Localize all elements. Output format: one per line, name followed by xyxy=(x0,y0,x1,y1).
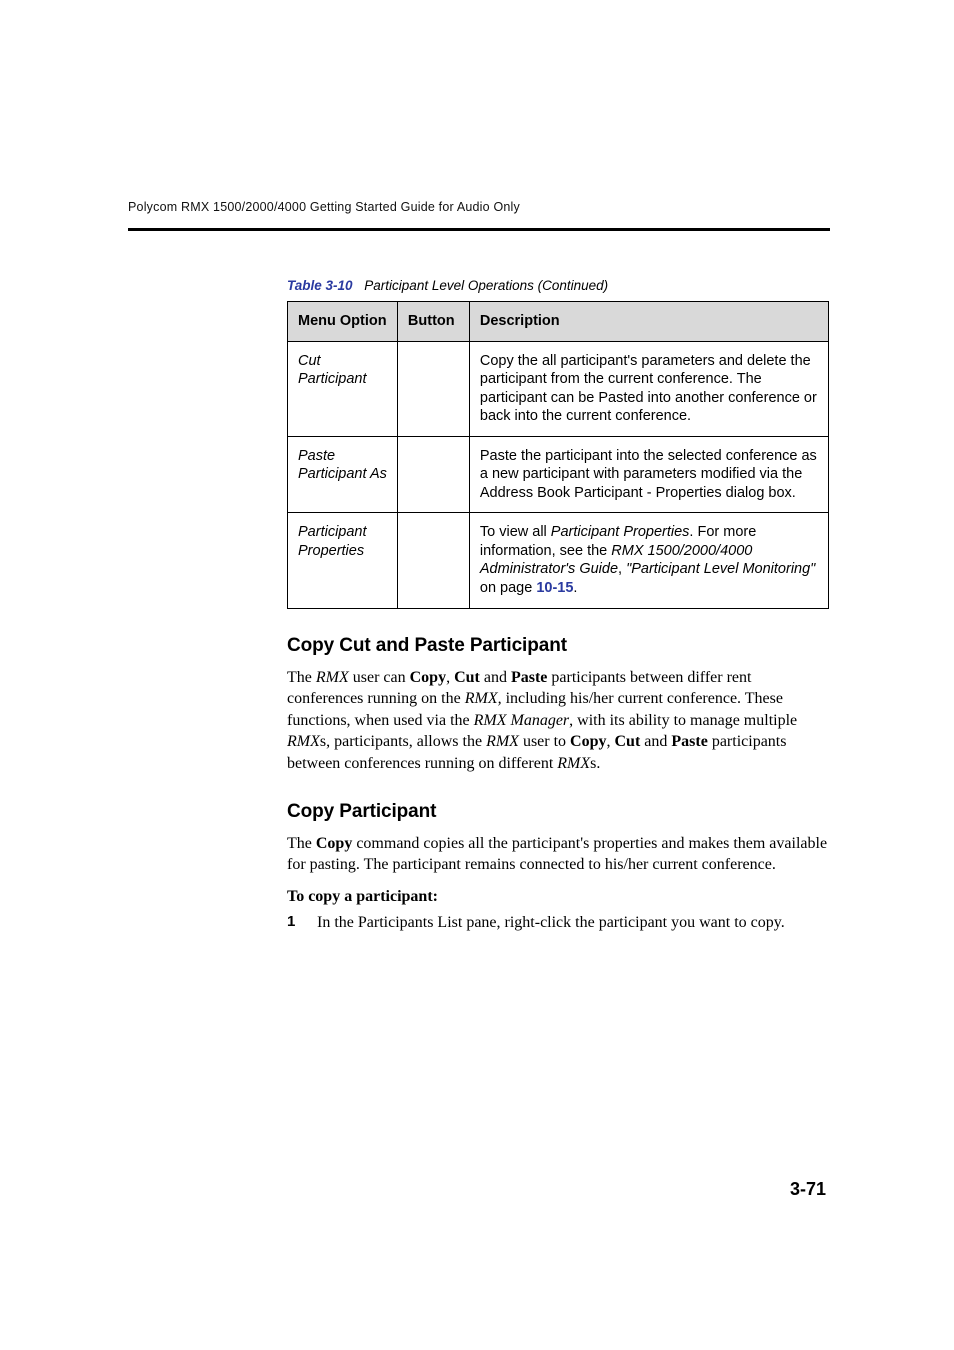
col-header-menu: Menu Option xyxy=(288,302,398,342)
col-header-description: Description xyxy=(469,302,828,342)
list-item: 1 In the Participants List pane, right-c… xyxy=(287,912,829,934)
desc-text: on page xyxy=(480,580,536,596)
text: pane, right-click the participant you wa… xyxy=(462,914,784,931)
text-bold: Paste xyxy=(511,669,547,686)
text: The xyxy=(287,835,316,852)
table-row: Cut Participant Copy the all participant… xyxy=(288,341,829,436)
text-italic: Participants List xyxy=(358,914,462,931)
text: and xyxy=(480,669,511,686)
text-italic: RMX xyxy=(557,755,590,772)
text-italic: RMX xyxy=(486,733,519,750)
desc-text: To view all xyxy=(480,524,551,540)
running-header: Polycom RMX 1500/2000/4000 Getting Start… xyxy=(128,200,520,214)
step-number: 1 xyxy=(287,912,317,934)
cell-description: Paste the participant into the selected … xyxy=(469,436,828,513)
steps-list: 1 In the Participants List pane, right-c… xyxy=(287,912,829,934)
page-number: 3-71 xyxy=(790,1179,826,1200)
procedure-lead: To copy a participant: xyxy=(287,888,829,906)
text-bold: Cut xyxy=(454,669,480,686)
heading-copy-participant: Copy Participant xyxy=(287,801,829,823)
text: command copies all the participant's pro… xyxy=(287,835,827,874)
text: In the xyxy=(317,914,358,931)
cell-menu: Cut Participant xyxy=(288,341,398,436)
step-text: In the Participants List pane, right-cli… xyxy=(317,912,829,934)
text-bold: Copy xyxy=(410,669,446,686)
cell-button xyxy=(397,436,469,513)
paragraph: The RMX user can Copy, Cut and Paste par… xyxy=(287,667,829,775)
desc-em: "Participant Level Monitoring" xyxy=(626,561,815,577)
cell-button xyxy=(397,341,469,436)
cell-menu: Paste Participant As xyxy=(288,436,398,513)
table-header-row: Menu Option Button Description xyxy=(288,302,829,342)
text: s. xyxy=(590,755,600,772)
text-italic: RMX Manager xyxy=(474,712,570,729)
text-bold: Paste xyxy=(671,733,707,750)
text: s, participants, allows the xyxy=(320,733,486,750)
table-caption-text: Participant Level Operations (Continued) xyxy=(364,278,608,293)
text: , xyxy=(607,733,615,750)
content-area: Table 3-10 Participant Level Operations … xyxy=(287,278,829,933)
cell-description: Copy the all participant's parameters an… xyxy=(469,341,828,436)
text-bold: Copy xyxy=(570,733,606,750)
text: and xyxy=(640,733,671,750)
header-rule xyxy=(128,228,830,231)
page-ref-link[interactable]: 10-15 xyxy=(536,580,573,596)
text-italic: RMX xyxy=(287,733,320,750)
text: , with its ability to manage multiple xyxy=(569,712,797,729)
table-caption-id: Table 3-10 xyxy=(287,278,353,293)
desc-em: Participant Properties xyxy=(551,524,690,540)
paragraph: The Copy command copies all the particip… xyxy=(287,833,829,876)
desc-text: . xyxy=(573,580,577,596)
cell-button xyxy=(397,513,469,608)
cell-description: To view all Participant Properties. For … xyxy=(469,513,828,608)
heading-copy-cut-paste: Copy Cut and Paste Participant xyxy=(287,635,829,657)
text: user can xyxy=(349,669,410,686)
table-row: Paste Participant As Paste the participa… xyxy=(288,436,829,513)
text: The xyxy=(287,669,316,686)
col-header-button: Button xyxy=(397,302,469,342)
text: , xyxy=(446,669,454,686)
operations-table: Menu Option Button Description Cut Parti… xyxy=(287,301,829,609)
table-row: Participant Properties To view all Parti… xyxy=(288,513,829,608)
text-italic: RMX, xyxy=(465,690,502,707)
table-caption: Table 3-10 Participant Level Operations … xyxy=(287,278,829,293)
text: user to xyxy=(519,733,570,750)
text-bold: Cut xyxy=(615,733,641,750)
desc-text: , xyxy=(618,561,626,577)
text-bold: Copy xyxy=(316,835,352,852)
text-italic: RMX xyxy=(316,669,349,686)
cell-menu: Participant Properties xyxy=(288,513,398,608)
